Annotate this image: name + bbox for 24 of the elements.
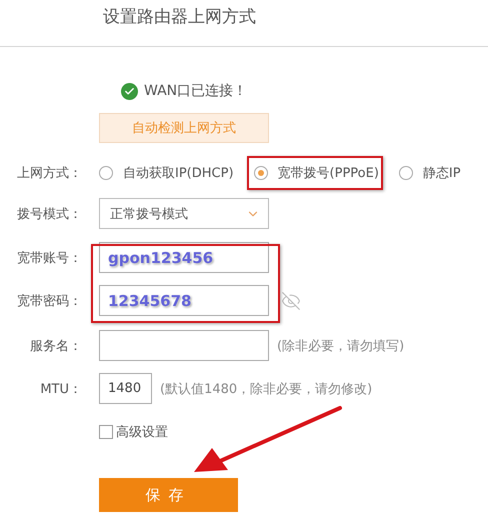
radio-option[interactable]: 静态IP	[392, 156, 465, 190]
field-label: MTU：	[39, 380, 82, 398]
service-name-field[interactable]	[99, 330, 269, 361]
eye-off-icon[interactable]	[281, 290, 301, 310]
checkbox[interactable]	[99, 424, 113, 438]
status-text: WAN口已连接！	[144, 82, 248, 100]
page-title: 设置路由器上网方式	[103, 7, 256, 27]
field-label: 拨号模式：	[16, 206, 82, 222]
field-label: 宽带账号：	[16, 250, 82, 266]
radio-option[interactable]: 自动获取IP(DHCP)	[92, 156, 238, 190]
account-field[interactable]: gpon123456	[99, 242, 269, 273]
radio-button[interactable]	[398, 166, 413, 180]
password-field[interactable]: 12345678	[99, 285, 269, 316]
dial-mode-select[interactable]: 正常拨号模式	[99, 198, 269, 229]
radio-button[interactable]	[99, 166, 113, 180]
field-label: 上网方式：	[16, 164, 82, 182]
hint-text: (默认值1480，除非必要，请勿修改)	[160, 380, 372, 398]
radio-button[interactable]	[254, 166, 268, 180]
radio-option[interactable]: 宽带拨号(PPPoE)	[246, 156, 383, 190]
checkbox-label[interactable]: 高级设置	[116, 422, 168, 440]
hint-text: (除非必要，请勿填写)	[277, 338, 404, 354]
field-label: 服务名：	[29, 338, 82, 354]
mtu-field[interactable]: 1480	[99, 373, 152, 404]
field-label: 宽带密码：	[16, 292, 82, 310]
